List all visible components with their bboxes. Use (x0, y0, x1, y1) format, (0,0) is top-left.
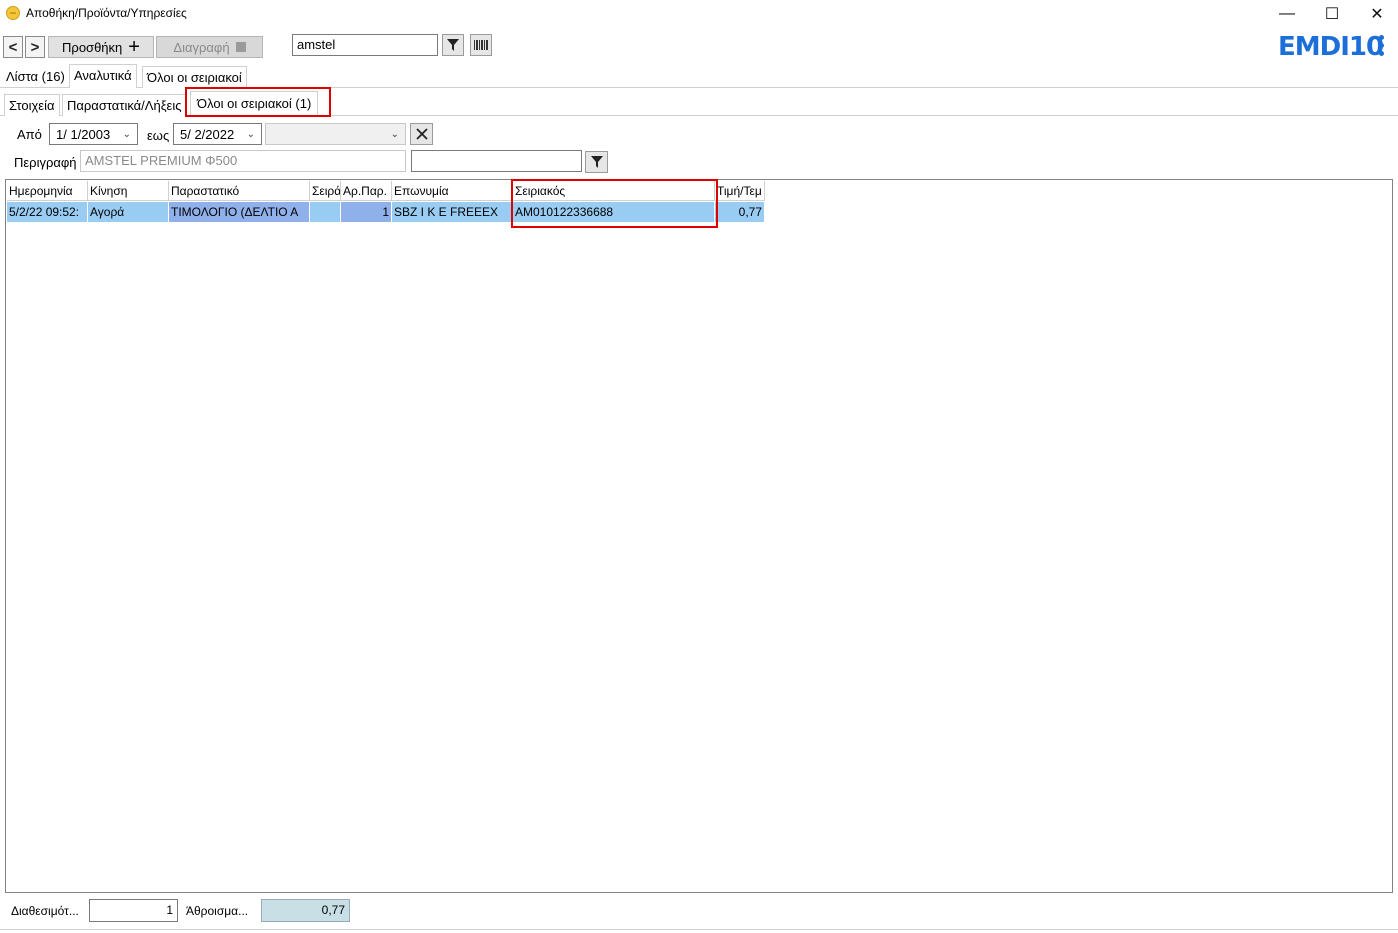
app-icon (6, 6, 20, 20)
period-select[interactable]: ⌄ (265, 123, 406, 145)
cell-series[interactable] (310, 202, 341, 222)
bottom-border (0, 929, 1398, 930)
search-input[interactable]: amstel (292, 34, 438, 56)
from-date-picker[interactable]: 1/ 1/2003 ⌄ (49, 123, 138, 145)
cell-name[interactable]: SBZ I K E FREEEX (392, 202, 513, 222)
back-button[interactable]: < (3, 36, 23, 58)
highlight-box-serial (511, 179, 718, 228)
tab-analytics[interactable]: Αναλυτικά (69, 64, 137, 88)
plus-icon: + (128, 36, 140, 58)
sum-label: Άθροισμα... (186, 904, 249, 918)
barcode-icon (474, 40, 488, 50)
description-field: AMSTEL PREMIUM Φ500 (80, 150, 406, 172)
column-header-document[interactable]: Παραστατικό (169, 181, 310, 201)
barcode-button[interactable] (470, 34, 492, 56)
to-date-value: 5/ 2/2022 (180, 126, 235, 142)
column-header-movement[interactable]: Κίνηση (88, 181, 169, 201)
app-logo: EMDI10 (1278, 32, 1384, 62)
column-header-unit-price[interactable]: Τιμή/Τεμ (715, 181, 765, 201)
maximize-button[interactable]: ☐ (1309, 0, 1355, 28)
to-label: εως (147, 128, 170, 143)
close-icon (415, 128, 428, 140)
cell-document[interactable]: ΤΙΜΟΛΟΓΙΟ (ΔΕΛΤΙΟ Α (169, 202, 310, 222)
chevron-down-icon: ⌄ (122, 128, 131, 140)
from-label: Από (17, 127, 42, 142)
tab-all-serials[interactable]: Όλοι οι σειριακοί (142, 66, 247, 88)
filter-button[interactable] (442, 34, 464, 56)
cell-date[interactable]: 5/2/22 09:52: (7, 202, 88, 222)
delete-icon (235, 42, 246, 52)
serial-filter-button[interactable] (585, 151, 608, 173)
delete-button[interactable]: Διαγραφή (156, 36, 263, 58)
cell-movement[interactable]: Αγορά (88, 202, 169, 222)
add-label: Προσθήκη (62, 39, 123, 55)
more-menu-icon[interactable] (1375, 35, 1387, 59)
chevron-down-icon: ⌄ (246, 128, 255, 140)
tab-list[interactable]: Λίστα (16) (2, 66, 69, 88)
delete-label: Διαγραφή (173, 39, 230, 55)
cell-doc-number[interactable]: 1 (341, 202, 392, 222)
available-value: 1 (89, 899, 178, 922)
column-header-series[interactable]: Σειρά (310, 181, 341, 201)
subtab-documents[interactable]: Παραστατικά/Λήξεις (62, 94, 186, 116)
cell-unit-price[interactable]: 0,77 (715, 202, 765, 222)
filter-icon (590, 156, 603, 168)
chevron-down-icon: ⌄ (390, 128, 399, 140)
serials-grid[interactable] (5, 179, 1393, 893)
close-window-button[interactable]: ✕ (1354, 0, 1398, 28)
from-date-value: 1/ 1/2003 (56, 126, 111, 142)
title-bar (0, 0, 1398, 28)
column-header-doc-number[interactable]: Αρ.Παρ. (341, 181, 392, 201)
window-title: Αποθήκη/Προϊόντα/Υπηρεσίες (26, 6, 187, 20)
highlight-box-tab (185, 87, 331, 117)
filter-icon (447, 39, 459, 51)
add-button[interactable]: Προσθήκη + (48, 36, 154, 58)
column-header-name[interactable]: Επωνυμία (392, 181, 513, 201)
serial-filter-input[interactable] (411, 150, 582, 172)
available-label: Διαθεσιμότ... (11, 904, 79, 918)
clear-filter-button[interactable] (410, 123, 433, 145)
subtab-details[interactable]: Στοιχεία (4, 94, 60, 116)
to-date-picker[interactable]: 5/ 2/2022 ⌄ (173, 123, 262, 145)
column-header-date[interactable]: Ημερομηνία (7, 181, 88, 201)
description-label: Περιγραφή (14, 155, 77, 170)
forward-button[interactable]: > (25, 36, 45, 58)
minimize-button[interactable]: — (1264, 0, 1310, 28)
sum-value: 0,77 (261, 899, 350, 922)
